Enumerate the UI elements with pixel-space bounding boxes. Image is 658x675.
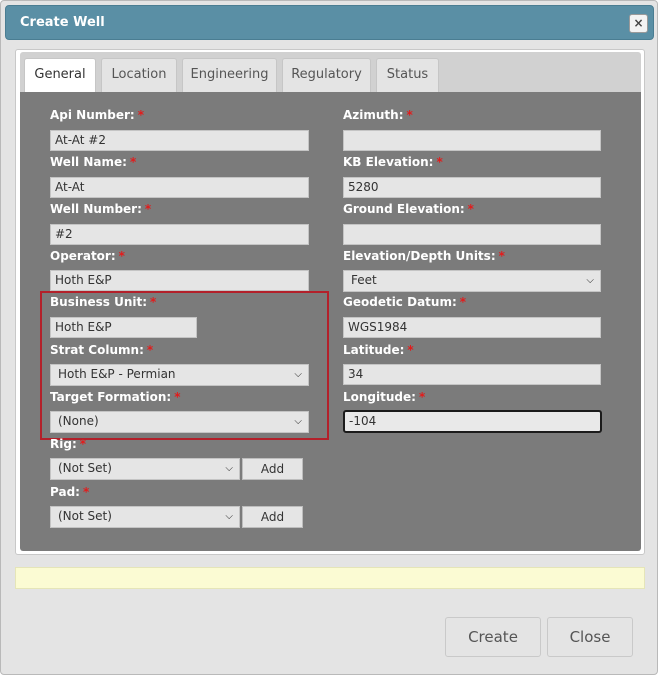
rig-label: Rig: * [50, 437, 87, 451]
rig-select[interactable]: (Not Set) ⌵ [50, 458, 240, 480]
tab-location[interactable]: Location [101, 58, 177, 92]
tab-status[interactable]: Status [376, 58, 439, 92]
ground-elevation-label: Ground Elevation: * [343, 202, 474, 216]
geodetic-datum-input[interactable]: WGS1984 [343, 317, 601, 338]
rig-value: (Not Set) [58, 461, 112, 475]
pad-select[interactable]: (Not Set) ⌵ [50, 506, 240, 528]
kb-elevation-input[interactable]: 5280 [343, 177, 601, 198]
latitude-input[interactable]: 34 [343, 364, 601, 385]
longitude-input[interactable]: -104 [343, 410, 602, 433]
add-pad-button[interactable]: Add [242, 506, 303, 528]
validation-message-bar [15, 567, 645, 589]
chevron-down-icon: ⌵ [586, 275, 594, 286]
api-number-input[interactable]: At-At #2 [50, 130, 309, 151]
operator-label: Operator: * [50, 249, 125, 263]
azimuth-input[interactable] [343, 130, 601, 151]
required-marker: * [467, 202, 474, 216]
required-marker: * [82, 485, 90, 499]
close-icon[interactable]: × [629, 14, 648, 33]
pad-value: (Not Set) [58, 509, 112, 523]
well-name-input[interactable]: At-At [50, 177, 309, 198]
required-marker: * [436, 155, 443, 169]
required-marker: * [498, 249, 505, 263]
well-name-label: Well Name: * [50, 155, 137, 169]
create-button[interactable]: Create [445, 617, 541, 657]
close-button[interactable]: Close [547, 617, 633, 657]
required-marker: * [418, 390, 426, 404]
required-marker: * [459, 295, 467, 309]
tab-general[interactable]: General [24, 58, 96, 93]
tab-regulatory[interactable]: Regulatory [282, 58, 371, 92]
required-marker: * [129, 155, 137, 169]
longitude-label: Longitude: * [343, 390, 426, 404]
chevron-down-icon: ⌵ [225, 463, 233, 474]
required-marker: * [144, 202, 152, 216]
pad-label: Pad: * [50, 485, 90, 499]
api-number-label: Api Number: * [50, 108, 144, 122]
highlight-box [40, 291, 329, 440]
elevation-units-value: Feet [351, 273, 377, 287]
required-marker: * [406, 108, 413, 122]
kb-elevation-label: KB Elevation: * [343, 155, 443, 169]
elevation-units-label: Elevation/Depth Units: * [343, 249, 505, 263]
dialog-title: Create Well [20, 15, 105, 30]
geodetic-datum-label: Geodetic Datum: * [343, 295, 467, 309]
operator-input[interactable]: Hoth E&P [50, 270, 309, 291]
latitude-label: Latitude: * [343, 343, 414, 357]
required-marker: * [118, 249, 125, 263]
well-number-input[interactable]: #2 [50, 224, 309, 245]
create-well-dialog: Create Well × General Location Engineeri… [0, 0, 658, 675]
add-rig-button[interactable]: Add [242, 458, 303, 480]
elevation-units-select[interactable]: Feet ⌵ [343, 270, 601, 292]
well-number-label: Well Number: * [50, 202, 152, 216]
dialog-titlebar[interactable]: Create Well × [5, 5, 654, 40]
required-marker: * [407, 343, 414, 357]
chevron-down-icon: ⌵ [225, 511, 233, 522]
required-marker: * [79, 437, 87, 451]
required-marker: * [137, 108, 144, 122]
ground-elevation-input[interactable] [343, 224, 601, 245]
azimuth-label: Azimuth: * [343, 108, 413, 122]
tab-engineering[interactable]: Engineering [182, 58, 277, 92]
